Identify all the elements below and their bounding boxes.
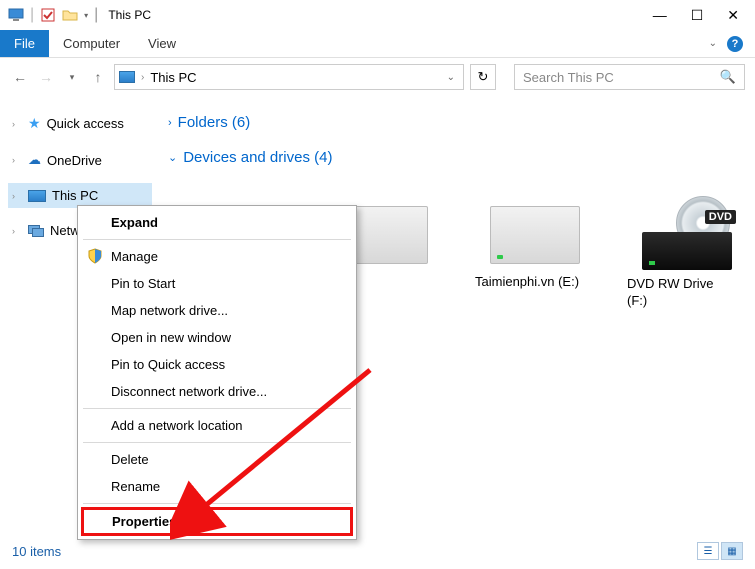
star-icon: ★: [28, 115, 41, 132]
navigation-bar: ← → ▾ ↑ › This PC ⌄ ↻ Search This PC 🔍: [0, 58, 755, 96]
ctx-separator: [83, 442, 351, 443]
ctx-separator: [83, 408, 351, 409]
title-bar: | ▾ | This PC — ☐ ✕: [0, 0, 755, 30]
section-devices[interactable]: ⌄ Devices and drives (4): [168, 143, 747, 178]
qat-dropdown-icon[interactable]: ▾: [84, 11, 88, 20]
minimize-button[interactable]: —: [653, 7, 667, 24]
ctx-separator: [83, 239, 351, 240]
chevron-right-icon: ›: [141, 72, 144, 83]
view-details-button[interactable]: ☰: [697, 542, 719, 560]
forward-button[interactable]: →: [36, 69, 56, 85]
folder-qat-icon[interactable]: [62, 7, 78, 23]
maximize-button[interactable]: ☐: [691, 7, 704, 24]
status-bar: 10 items ☰ ▦: [0, 539, 755, 563]
ctx-expand[interactable]: Expand: [81, 209, 353, 236]
ctx-manage[interactable]: Manage: [81, 243, 353, 270]
drive-f-dvd[interactable]: DVD DVD RW Drive (F:): [627, 206, 747, 310]
tab-computer[interactable]: Computer: [49, 30, 134, 57]
ctx-add-network-location[interactable]: Add a network location: [81, 412, 353, 439]
address-bar[interactable]: › This PC ⌄: [114, 64, 464, 90]
help-icon[interactable]: ?: [727, 36, 743, 52]
expand-icon[interactable]: ›: [12, 119, 22, 129]
ctx-separator: [83, 503, 351, 504]
refresh-button[interactable]: ↻: [470, 64, 496, 90]
context-menu: Expand Manage Pin to Start Map network d…: [77, 205, 357, 540]
chevron-right-icon: ›: [168, 117, 172, 129]
ctx-rename[interactable]: Rename: [81, 473, 353, 500]
ribbon-collapse-icon[interactable]: ⌄: [709, 38, 717, 49]
section-label: Devices and drives (4): [183, 149, 332, 166]
network-icon: [28, 225, 44, 237]
chevron-down-icon: ⌄: [168, 151, 177, 164]
sidebar-item-quick-access[interactable]: › ★ Quick access: [8, 110, 152, 137]
tab-view[interactable]: View: [134, 30, 190, 57]
window-title: This PC: [108, 8, 151, 22]
expand-icon[interactable]: ›: [12, 191, 22, 201]
drive-label: DVD RW Drive (F:): [627, 276, 747, 310]
dvd-drive-icon: DVD: [642, 206, 732, 270]
ctx-pin-quick-access[interactable]: Pin to Quick access: [81, 351, 353, 378]
expand-icon[interactable]: ›: [12, 226, 22, 236]
pc-icon: [119, 71, 135, 83]
cloud-icon: ☁: [28, 152, 41, 168]
expand-icon[interactable]: ›: [12, 155, 22, 165]
ctx-delete[interactable]: Delete: [81, 446, 353, 473]
properties-qat-icon[interactable]: [40, 7, 56, 23]
ribbon-tabs: File Computer View ⌄ ?: [0, 30, 755, 58]
title-separator: |: [94, 6, 98, 24]
sidebar-label: This PC: [52, 188, 98, 203]
sidebar-label: Quick access: [47, 116, 124, 131]
recent-dropdown-icon[interactable]: ▾: [62, 72, 82, 83]
ctx-open-new-window[interactable]: Open in new window: [81, 324, 353, 351]
search-input[interactable]: Search This PC 🔍: [514, 64, 745, 90]
ctx-properties[interactable]: Properties: [81, 507, 353, 536]
tab-file[interactable]: File: [0, 30, 49, 57]
drive-e[interactable]: Taimienphi.vn (E:): [475, 206, 595, 310]
quick-access-toolbar: | ▾: [8, 6, 88, 24]
item-count: 10 items: [12, 544, 61, 559]
section-label: Folders (6): [178, 114, 251, 131]
up-button[interactable]: ↑: [88, 69, 108, 85]
sidebar-label: OneDrive: [47, 153, 102, 168]
pc-icon: [28, 190, 46, 202]
sidebar-item-onedrive[interactable]: › ☁ OneDrive: [8, 147, 152, 173]
drive-label: Taimienphi.vn (E:): [475, 274, 595, 291]
pc-app-icon: [8, 7, 24, 23]
qat-separator: |: [30, 6, 34, 24]
ctx-pin-start[interactable]: Pin to Start: [81, 270, 353, 297]
address-dropdown-icon[interactable]: ⌄: [443, 72, 459, 83]
back-button[interactable]: ←: [10, 69, 30, 85]
breadcrumb-this-pc[interactable]: This PC: [150, 70, 196, 85]
ctx-disconnect-drive[interactable]: Disconnect network drive...: [81, 378, 353, 405]
section-folders[interactable]: › Folders (6): [168, 108, 747, 143]
close-button[interactable]: ✕: [727, 7, 739, 24]
dvd-badge: DVD: [705, 210, 736, 224]
view-icons-button[interactable]: ▦: [721, 542, 743, 560]
ctx-map-drive[interactable]: Map network drive...: [81, 297, 353, 324]
search-placeholder: Search This PC: [523, 70, 614, 85]
search-icon: 🔍: [720, 69, 736, 85]
shield-icon: [87, 248, 103, 264]
hdd-icon: [490, 206, 580, 264]
